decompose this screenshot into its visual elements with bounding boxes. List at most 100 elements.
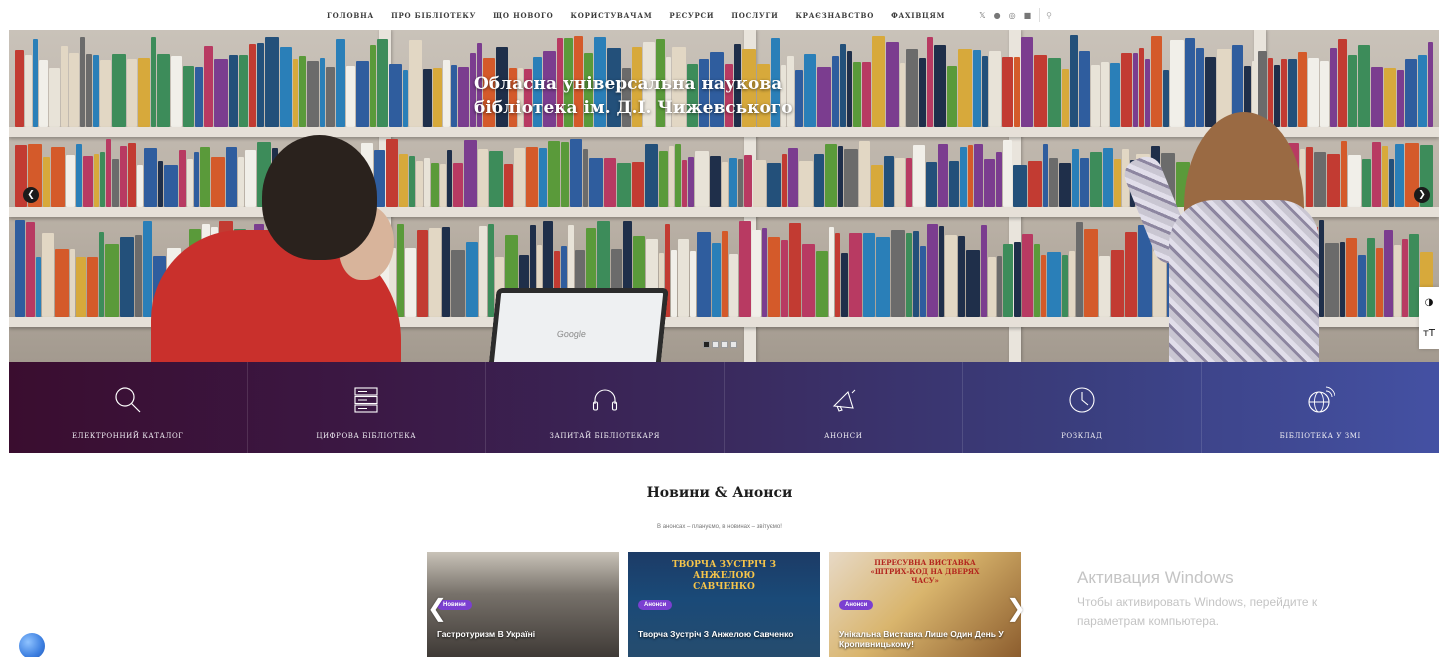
book-spine xyxy=(1069,251,1076,317)
book-spine xyxy=(631,162,644,207)
book-spine xyxy=(399,154,409,207)
book-spine xyxy=(1012,165,1027,207)
slider-dot-3[interactable] xyxy=(721,341,728,348)
slider-dot-1[interactable] xyxy=(703,341,710,348)
book-spine xyxy=(1111,250,1125,317)
book-spine xyxy=(838,146,844,207)
book-spine xyxy=(983,159,995,207)
book-spine xyxy=(958,49,973,127)
menu-item-users[interactable]: КОРИСТУВАЧАМ xyxy=(571,11,653,20)
menu-item-resources[interactable]: РЕСУРСИ xyxy=(669,11,714,20)
news-card[interactable]: ПЕРЕСУВНА ВИСТАВКА «ШТРИХ-КОД НА ДВЕРЯХ … xyxy=(829,552,1021,657)
book-spine xyxy=(464,140,478,207)
book-spine xyxy=(68,53,79,127)
menu-item-home[interactable]: ГОЛОВНА xyxy=(327,11,374,20)
search-icon[interactable]: ⚲ xyxy=(1046,11,1052,20)
book-spine xyxy=(689,251,696,317)
book-spine xyxy=(1308,58,1320,127)
card-badge[interactable]: Анонси xyxy=(638,600,673,610)
card-title[interactable]: Гастротуризм В Україні xyxy=(437,629,611,639)
book-spine xyxy=(803,54,816,127)
facebook-icon[interactable]: ● xyxy=(994,11,1001,20)
book-spine xyxy=(1100,62,1109,127)
book-spine xyxy=(1034,55,1048,127)
book-spine xyxy=(336,39,346,127)
book-spine xyxy=(1014,57,1021,127)
book-spine xyxy=(958,236,966,317)
book-spine xyxy=(960,147,967,207)
book-spine xyxy=(15,220,25,317)
book-spine xyxy=(75,257,86,317)
book-spine xyxy=(939,226,945,317)
tile-ask-librarian[interactable]: ЗАПИТАЙ БІБЛІОТЕКАРЯ xyxy=(486,362,725,453)
book-spine xyxy=(1184,38,1195,127)
card-badge[interactable]: Анонси xyxy=(839,600,874,610)
book-spine xyxy=(839,44,846,127)
book-spine xyxy=(696,232,711,317)
book-spine xyxy=(722,162,729,207)
book-spine xyxy=(1358,255,1367,317)
book-spine xyxy=(244,150,257,207)
book-spine xyxy=(293,59,299,127)
book-spine xyxy=(782,154,788,207)
laptop: Google xyxy=(487,288,669,362)
menu-item-services[interactable]: ПОСЛУГИ xyxy=(731,11,778,20)
book-spine xyxy=(450,65,457,127)
book-spine xyxy=(163,165,178,207)
globe-icon[interactable] xyxy=(19,633,45,657)
book-spine xyxy=(1014,242,1022,317)
book-spine xyxy=(1348,55,1358,127)
book-spine xyxy=(249,44,257,127)
menu-item-about[interactable]: ПРО БІБЛІОТЕКУ xyxy=(391,11,476,20)
book-spine xyxy=(111,54,126,127)
book-spine xyxy=(982,56,989,127)
book-spine xyxy=(92,55,99,127)
youtube-icon[interactable]: ■ xyxy=(1024,11,1032,20)
card-title[interactable]: Творча Зустріч З Анжелою Савченко xyxy=(638,629,812,639)
book-spine xyxy=(1204,57,1216,127)
book-spine xyxy=(616,163,631,207)
book-spine xyxy=(447,150,453,207)
reader-man-head xyxy=(262,135,377,260)
book-spine xyxy=(1395,144,1405,207)
tile-digital-library[interactable]: ЦИФРОВА БІБЛІОТЕКА xyxy=(248,362,486,453)
menu-item-local-history[interactable]: КРАЄЗНАВСТВО xyxy=(796,11,875,20)
slider-next-button[interactable]: ❯ xyxy=(1414,187,1430,203)
font-size-button[interactable]: тТ xyxy=(1419,318,1439,349)
tile-library-in-media[interactable]: БІБЛІОТЕКА У ЗМІ xyxy=(1202,362,1439,453)
quick-links: ЕЛЕКТРОННИЙ КАТАЛОГ ЦИФРОВА БІБЛІОТЕКА З… xyxy=(9,362,1439,453)
book-spine xyxy=(1394,245,1402,317)
slider-prev-button[interactable]: ❮ xyxy=(23,187,39,203)
news-prev-button[interactable]: ❮ xyxy=(427,594,447,622)
book-spine xyxy=(871,36,885,127)
menu-item-specialists[interactable]: ФАХІВЦЯМ xyxy=(891,11,945,20)
book-spine xyxy=(1288,59,1298,127)
contrast-icon[interactable]: ◑ xyxy=(1419,287,1439,318)
news-card[interactable]: ТВОРЧА ЗУСТРІЧ З АНЖЕЛОЮ САВЧЕНКО Анонси… xyxy=(628,552,820,657)
book-spine xyxy=(79,37,85,127)
tile-schedule[interactable]: РОЗКЛАД xyxy=(963,362,1202,453)
book-spine xyxy=(687,157,694,207)
menu-item-whats-new[interactable]: ЩО НОВОГО xyxy=(493,11,553,20)
book-spine xyxy=(1062,69,1070,127)
twitter-icon[interactable]: 𝕏 xyxy=(979,11,985,20)
card-title[interactable]: Унікальна Виставка Лише Один День У Кроп… xyxy=(839,629,1013,649)
tile-announcements[interactable]: АНОНСИ xyxy=(725,362,963,453)
windows-activation-watermark: Активация Windows Чтобы активировать Win… xyxy=(1077,568,1317,631)
book-spine xyxy=(1076,222,1084,317)
book-spine xyxy=(60,46,68,127)
news-section-title: Новини & Анонси xyxy=(646,485,793,501)
news-card[interactable]: Новини Гастротуризм В Україні xyxy=(427,552,619,657)
book-spine xyxy=(973,144,983,207)
book-spine xyxy=(1021,37,1034,127)
news-next-button[interactable]: ❯ xyxy=(1006,594,1026,622)
slider-dot-2[interactable] xyxy=(712,341,719,348)
tile-electronic-catalog[interactable]: ЕЛЕКТРОННИЙ КАТАЛОГ xyxy=(9,362,248,453)
book-spine xyxy=(450,250,465,317)
instagram-icon[interactable]: ◎ xyxy=(1009,11,1016,20)
book-spine xyxy=(440,164,447,207)
book-spine xyxy=(204,46,214,127)
book-spine xyxy=(65,155,75,207)
slider-dot-4[interactable] xyxy=(730,341,737,348)
book-spine xyxy=(1195,48,1204,127)
